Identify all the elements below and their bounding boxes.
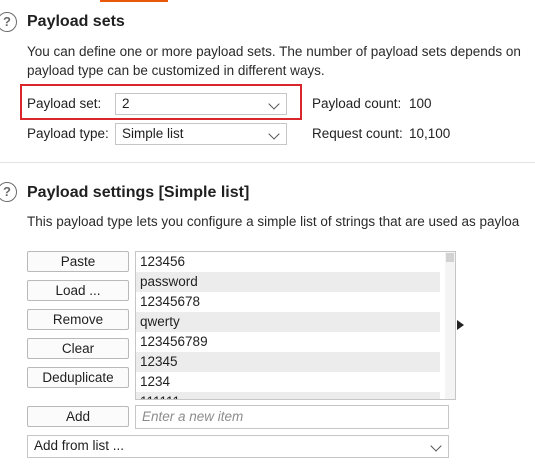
paste-button[interactable]: Paste (27, 251, 129, 272)
payload-sets-description: You can define one or more payload sets.… (27, 44, 521, 59)
request-count-value: 10,100 (409, 126, 451, 141)
list-item[interactable]: 1234 (136, 372, 440, 392)
chevron-down-icon (268, 98, 280, 110)
list-scrollbar[interactable] (445, 252, 455, 399)
payload-type-value: Simple list (122, 126, 184, 141)
clear-button[interactable]: Clear (27, 338, 129, 359)
payload-type-select[interactable]: Simple list (115, 123, 287, 145)
list-item[interactable]: 111111 (136, 392, 440, 399)
list-item[interactable]: 123456 (136, 252, 440, 272)
help-icon[interactable]: ? (0, 12, 17, 32)
payload-count-value: 100 (409, 96, 432, 111)
new-item-input[interactable]: Enter a new item (135, 405, 449, 429)
payload-sets-title: Payload sets (27, 13, 125, 30)
request-count-label: Request count: (312, 126, 403, 141)
payload-set-label: Payload set: (27, 96, 102, 111)
list-item[interactable]: 123456789 (136, 332, 440, 352)
add-from-list-select[interactable]: Add from list ... (27, 435, 449, 458)
payload-sets-description-line2: payload type can be customized in differ… (27, 63, 325, 78)
list-item[interactable]: qwerty (136, 312, 440, 332)
load-button[interactable]: Load ... (27, 280, 129, 301)
payload-list[interactable]: 123456 password 12345678 qwerty 12345678… (135, 251, 456, 400)
chevron-down-icon (430, 440, 442, 452)
list-item[interactable]: password (136, 272, 440, 292)
play-arrow-icon (457, 320, 464, 330)
payload-type-label: Payload type: (27, 126, 109, 141)
list-item[interactable]: 12345678 (136, 292, 440, 312)
payload-set-select[interactable]: 2 (115, 93, 287, 115)
add-button[interactable]: Add (27, 406, 129, 427)
payload-count-label: Payload count: (312, 96, 402, 111)
add-from-list-value: Add from list ... (34, 438, 125, 453)
scrollbar-thumb[interactable] (446, 253, 454, 262)
payload-settings-title: Payload settings [Simple list] (27, 184, 250, 201)
active-tab-indicator (100, 0, 168, 2)
list-item[interactable]: 12345 (136, 352, 440, 372)
chevron-down-icon (268, 128, 280, 140)
section-divider (0, 162, 535, 163)
deduplicate-button[interactable]: Deduplicate (27, 367, 129, 388)
help-icon[interactable]: ? (0, 182, 17, 202)
payload-set-value: 2 (122, 96, 130, 111)
payload-settings-description: This payload type lets you configure a s… (27, 214, 520, 229)
remove-button[interactable]: Remove (27, 309, 129, 330)
